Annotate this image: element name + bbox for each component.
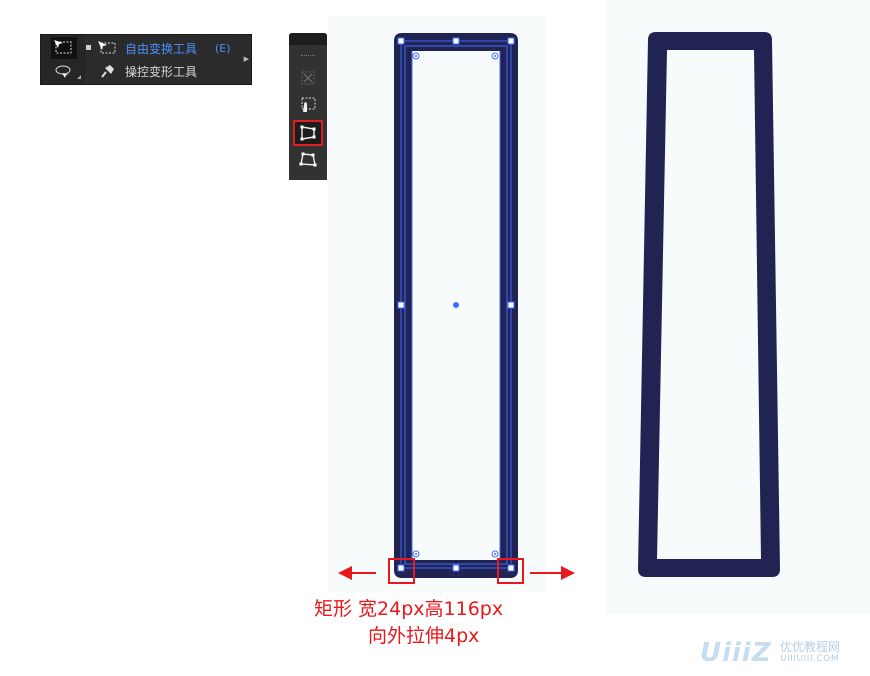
arrow-right-icon — [530, 566, 575, 580]
arrow-left-icon — [338, 566, 376, 580]
annotation-line-1: 矩形 宽24px高116px — [314, 598, 504, 620]
artboard-left — [338, 32, 780, 584]
annotation-line-2: 向外拉伸4px — [368, 625, 480, 647]
watermark-site-name: 优优教程网 — [780, 640, 841, 654]
watermark-url: UIIIUIII.COM — [780, 654, 840, 664]
watermark-logo: UiiiZ — [700, 638, 772, 668]
result-trapezoid-shape[interactable] — [638, 32, 780, 577]
center-point — [453, 302, 459, 308]
